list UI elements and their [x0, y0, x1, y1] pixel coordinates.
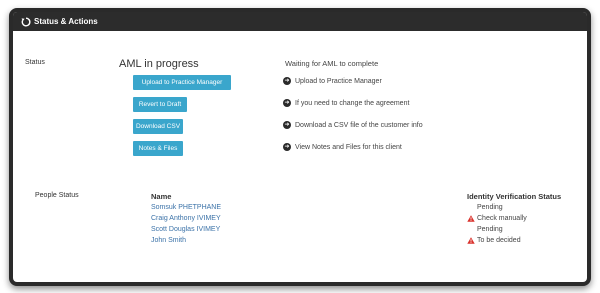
people-status-label: People Status — [35, 192, 79, 199]
action-text: View Notes and Files for this client — [295, 143, 402, 151]
waiting-text: Waiting for AML to complete — [285, 59, 379, 68]
verification-status: Check manually — [467, 215, 527, 222]
warning-triangle-icon — [467, 215, 475, 222]
verification-status: Pending — [477, 204, 503, 211]
verification-status-column-header: Identity Verification Status — [467, 192, 562, 201]
upload-to-practice-manager-button[interactable]: Upload to Practice Manager — [133, 75, 231, 90]
arrow-circle-right-icon: ➜ — [283, 121, 291, 129]
warning-triangle-icon — [467, 237, 475, 244]
action-item-change-agreement: ➜ If you need to change the agreement — [283, 99, 409, 107]
notes-files-button[interactable]: Notes & Files — [133, 141, 183, 156]
status-text: To be decided — [477, 237, 521, 244]
action-text: Upload to Practice Manager — [295, 77, 382, 85]
person-link[interactable]: Scott Douglas IVIMEY — [151, 226, 220, 233]
name-column-header: Name — [151, 192, 172, 201]
revert-to-draft-button[interactable]: Revert to Draft — [133, 97, 187, 112]
verification-status: Pending — [477, 226, 503, 233]
status-text: Pending — [477, 204, 503, 211]
status-label: Status — [25, 59, 45, 66]
status-text: Pending — [477, 226, 503, 233]
action-item-view-notes: ➜ View Notes and Files for this client — [283, 143, 402, 151]
person-link[interactable]: John Smith — [151, 237, 186, 244]
arrow-circle-right-icon: ➜ — [283, 99, 291, 107]
verification-status: To be decided — [467, 237, 521, 244]
status-actions-icon — [21, 16, 31, 27]
download-csv-button[interactable]: Download CSV — [133, 119, 183, 134]
action-item-upload: ➜ Upload to Practice Manager — [283, 77, 382, 85]
action-text: If you need to change the agreement — [295, 99, 410, 107]
aml-status-title: AML in progress — [119, 58, 199, 70]
action-item-download-csv: ➜ Download a CSV file of the customer in… — [283, 121, 423, 129]
status-text: Check manually — [477, 215, 527, 222]
panel-title: Status & Actions — [34, 17, 98, 26]
arrow-circle-right-icon: ➜ — [283, 77, 291, 85]
arrow-circle-right-icon: ➜ — [283, 143, 291, 151]
status-actions-panel: Status & Actions Status AML in progress … — [9, 8, 591, 286]
person-link[interactable]: Somsuk PHETPHANE — [151, 204, 221, 211]
person-link[interactable]: Craig Anthony IVIMEY — [151, 215, 221, 222]
action-text: Download a CSV file of the customer info — [295, 121, 423, 129]
panel-header: Status & Actions — [13, 12, 587, 31]
